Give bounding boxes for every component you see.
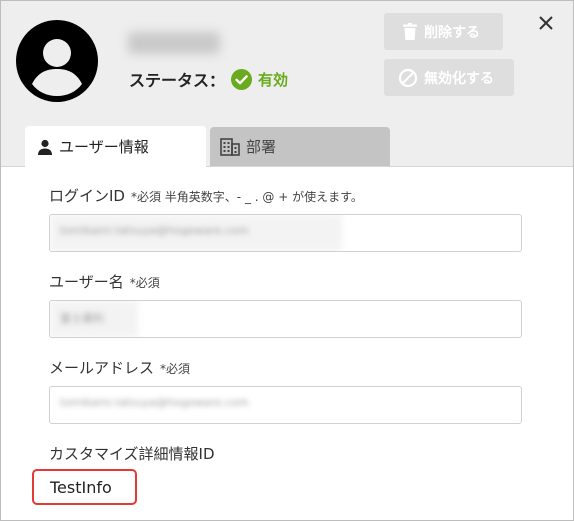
user-edit-dialog: ステータス： 有効 削除する 無効化する ユーザー情報 部署 ログインID *必… — [0, 0, 574, 521]
dialog-header: ステータス： 有効 削除する 無効化する ユーザー情報 部署 — [1, 1, 573, 167]
email-label-text: メールアドレス — [49, 359, 155, 377]
username-label: ユーザー名 *必須 — [49, 271, 160, 292]
login-id-note: *必須 半角英数字、- _ . @ + が使えます。 — [130, 190, 363, 204]
username-redacted — [128, 32, 220, 54]
check-circle-icon — [231, 68, 253, 90]
username-value: 富士康利 — [60, 312, 104, 325]
close-icon[interactable] — [536, 13, 556, 33]
status-label: ステータス： — [129, 71, 226, 90]
tab-user-info-label: ユーザー情報 — [59, 138, 149, 156]
tab-user-info[interactable]: ユーザー情報 — [25, 126, 206, 167]
username-note: *必須 — [129, 276, 160, 290]
login-id-input[interactable]: tomikami.tatsuya@hogeware.com — [49, 214, 522, 252]
email-note: *必須 — [160, 362, 191, 376]
delete-button[interactable]: 削除する — [384, 13, 503, 50]
prohibited-icon — [398, 68, 418, 87]
email-label: メールアドレス *必須 — [49, 357, 190, 378]
login-id-label: ログインID *必須 半角英数字、- _ . @ + が使えます。 — [49, 185, 363, 206]
status-row: ステータス： 有効 — [129, 67, 288, 91]
custom-id-value: TestInfo — [32, 469, 137, 505]
disable-button-label: 無効化する — [424, 70, 494, 87]
building-icon — [220, 137, 240, 156]
status-value: 有効 — [258, 70, 289, 89]
person-icon — [38, 139, 52, 155]
login-id-label-text: ログインID — [49, 187, 125, 205]
disable-button[interactable]: 無効化する — [384, 59, 514, 96]
avatar-icon — [16, 20, 98, 102]
tab-department[interactable]: 部署 — [210, 127, 390, 166]
username-label-text: ユーザー名 — [49, 273, 124, 291]
tab-department-label: 部署 — [246, 138, 277, 156]
email-value: tomikami.tatsuya@hogeware.com — [60, 396, 249, 409]
delete-button-label: 削除する — [424, 24, 480, 41]
custom-id-label: カスタマイズ詳細情報ID — [49, 445, 215, 463]
email-input[interactable]: tomikami.tatsuya@hogeware.com — [49, 386, 522, 424]
username-input[interactable]: 富士康利 — [49, 300, 522, 338]
login-id-value: tomikami.tatsuya@hogeware.com — [60, 224, 249, 237]
trash-icon — [403, 22, 417, 40]
